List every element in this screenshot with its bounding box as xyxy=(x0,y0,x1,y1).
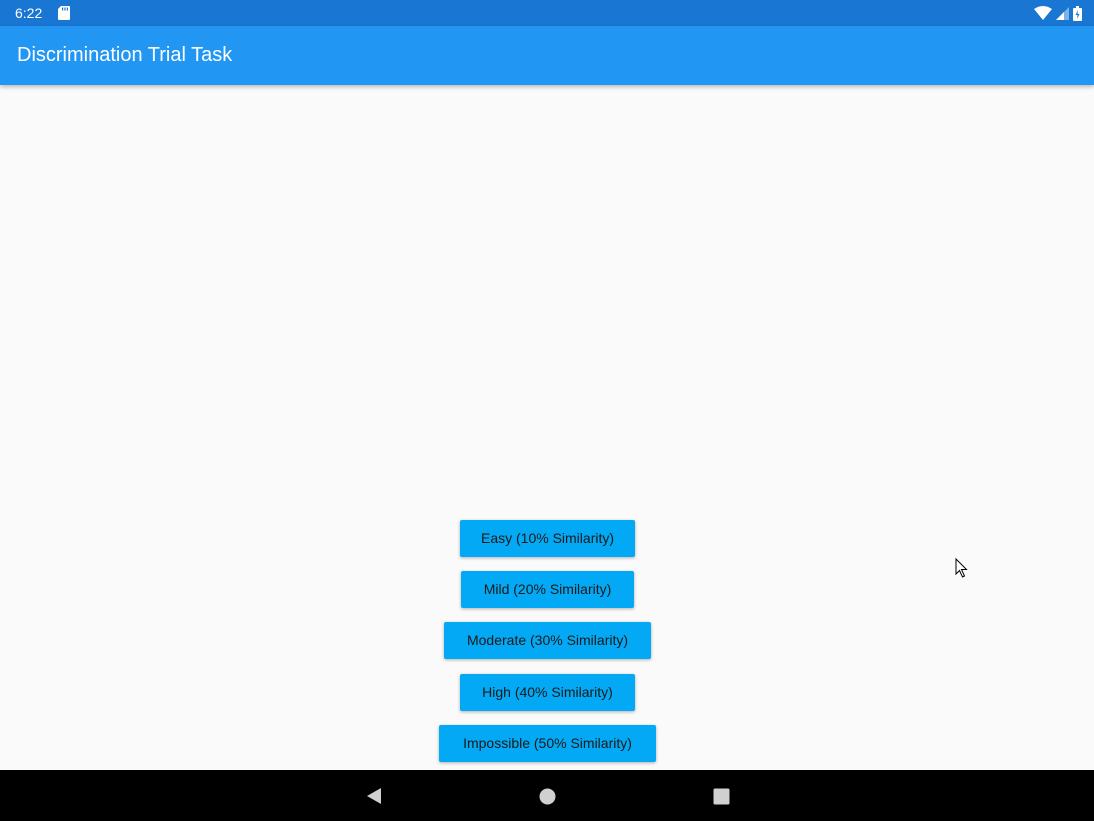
mouse-cursor-icon xyxy=(955,558,968,578)
status-icons xyxy=(1034,5,1082,21)
navigation-bar xyxy=(0,770,1094,821)
recents-icon xyxy=(713,788,729,804)
mild-difficulty-button[interactable]: Mild (20% Similarity) xyxy=(461,571,634,608)
recents-button[interactable] xyxy=(708,783,734,809)
back-button[interactable] xyxy=(361,783,387,809)
cell-signal-icon xyxy=(1056,6,1069,20)
home-icon xyxy=(539,788,555,804)
device-screen: 6:22 Discrimination Trial Task Easy (10%… xyxy=(0,0,1094,821)
easy-difficulty-button[interactable]: Easy (10% Similarity) xyxy=(460,520,635,557)
impossible-difficulty-button[interactable]: Impossible (50% Similarity) xyxy=(439,725,656,762)
home-button[interactable] xyxy=(534,783,560,809)
status-bar: 6:22 xyxy=(0,0,1094,26)
moderate-difficulty-button[interactable]: Moderate (30% Similarity) xyxy=(444,622,651,659)
high-difficulty-button[interactable]: High (40% Similarity) xyxy=(460,674,635,711)
main-content xyxy=(0,85,1094,770)
sd-card-icon xyxy=(58,6,70,20)
app-bar: Discrimination Trial Task xyxy=(0,26,1094,85)
back-icon xyxy=(367,788,381,804)
status-time: 6:22 xyxy=(15,5,43,21)
battery-icon xyxy=(1073,5,1082,21)
page-title: Discrimination Trial Task xyxy=(17,44,233,66)
wifi-icon xyxy=(1034,6,1052,20)
